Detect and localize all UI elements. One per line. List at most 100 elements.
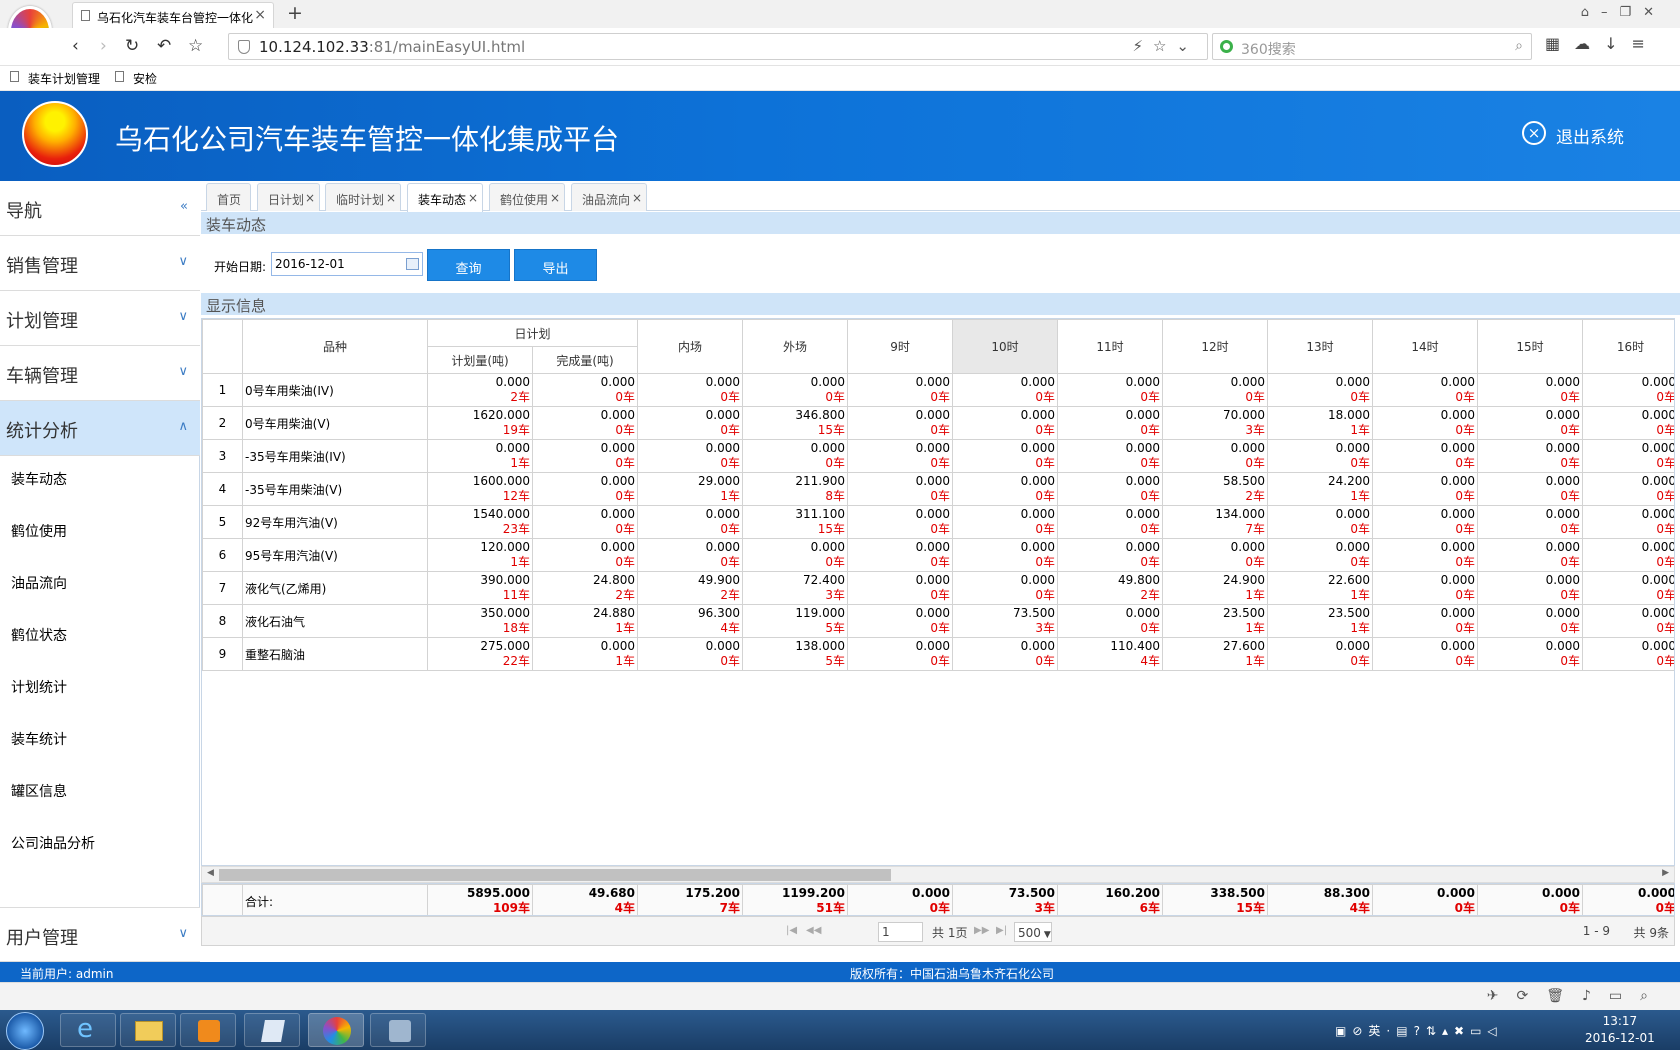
horizontal-scrollbar[interactable]: ◀ ▶ [201,866,1675,883]
export-button[interactable]: 导出 [514,249,597,281]
url-tools-icons[interactable]: ⚡☆⌄ [1132,37,1199,55]
table-row[interactable]: 6 95号车用汽油(V) 120.000 1车 0.000 0车 0.000 0车 0.000 0… [202,538,1674,572]
sidebar-section-users[interactable]: 用户管理 ∨ [0,907,200,962]
ie-icon[interactable]: e [60,1013,116,1047]
start-button[interactable] [6,1012,44,1050]
close-icon[interactable]: × [632,191,642,205]
sidebar-item-oil-flow[interactable]: 油品流向 [11,573,67,593]
tonnage: 0.000 [600,408,636,422]
tonnage: 0.000 [600,540,636,554]
sidebar-item-loading-dynamic[interactable]: 装车动态 [11,469,67,489]
url-field[interactable]: 10.124.102.33:81/mainEasyUI.html ⚡☆⌄ [228,33,1208,60]
header-hour[interactable]: 12时 [1162,319,1269,374]
browser-toolbar-icons[interactable]: ▦☁↓≡ [1545,34,1659,53]
close-icon[interactable]: × [386,191,396,205]
next-page-icon[interactable]: ▶▶ [974,925,989,936]
header-done-qty[interactable]: 完成量(吨) [531,346,639,374]
sidebar-section-sales[interactable]: 销售管理 ∨ [0,236,200,291]
favorite-star-icon[interactable]: ☆ [188,36,203,56]
system-clock[interactable]: 13:17 2016-12-01 [1585,1013,1655,1047]
sidebar-nav-header[interactable]: 导航 « [0,181,200,236]
header-hour[interactable]: 15时 [1477,319,1584,374]
system-tray[interactable]: ▣⊘英·▤?⇅▴✖▭◁ [1335,1022,1503,1039]
sidebar-item-loading-stats[interactable]: 装车统计 [11,729,67,749]
back-icon[interactable]: ‹ [72,36,79,56]
sidebar-item-company-oil[interactable]: 公司油品分析 [11,833,95,853]
tonnage: 0.000 [1020,441,1056,455]
header-hour[interactable]: 13时 [1267,319,1374,374]
first-page-icon[interactable]: |◀ [786,925,797,936]
table-row[interactable]: 4 -35号车用柴油(V) 1600.000 12车 0.000 0车 29.000 1车 21… [202,472,1674,506]
notes-app-icon[interactable] [244,1013,300,1047]
browser-tab[interactable]: 乌石化汽车装车台管控一体化 × [72,2,274,28]
table-row[interactable]: 9 重整石脑油 275.000 22车 0.000 1车 0.000 0车 138.000 5车 0… [202,637,1674,671]
bookmark-item[interactable]: 安检 [115,70,157,87]
table-row[interactable]: 2 0号车用柴油(V) 1620.000 19车 0.000 0车 0.000 0车 346.8… [202,406,1674,440]
status-tool-icons[interactable]: ✈⟳🗑♪▭⌕ [1487,988,1666,1004]
sidebar-section-vehicle[interactable]: 车辆管理 ∨ [0,346,200,401]
tab-day-plan[interactable]: 日计划 × [257,183,320,211]
close-icon[interactable]: × [468,191,478,205]
calendar-icon[interactable] [406,258,419,270]
logout-button[interactable]: × 退出系统 [1522,121,1624,148]
scroll-left-icon[interactable]: ◀ [207,868,214,878]
value-cell: 0.000 2车 [427,373,533,407]
sidebar-item-crane-usage[interactable]: 鹤位使用 [11,521,67,541]
header-product[interactable]: 品种 [242,319,428,374]
start-date-field[interactable]: 2016-12-01 [271,252,423,276]
prev-page-icon[interactable]: ◀◀ [806,925,821,936]
header-plan-qty[interactable]: 计划量(吨) [427,346,533,374]
tab-crane-usage[interactable]: 鹤位使用 × [489,183,565,211]
bookmark-item[interactable]: 装车计划管理 [10,70,100,87]
header-hour[interactable]: 10时 [952,319,1059,374]
header-hour[interactable]: 16时 [1582,319,1674,374]
tool-app-icon[interactable] [370,1013,426,1047]
sidebar-item-plan-stats[interactable]: 计划统计 [11,677,67,697]
forward-icon[interactable]: › [100,36,107,56]
tab-loading-dynamic[interactable]: 装车动态 × [407,183,483,212]
query-button[interactable]: 查询 [427,249,510,281]
table-row[interactable]: 8 液化石油气 350.000 18车 24.880 1车 96.300 4车 119.000 5… [202,604,1674,638]
pagination: |◀ ◀◀ 1 共 1页 ▶▶ ▶| 500 ▼ 1 - 9 共 9条 [201,916,1675,946]
reload-icon[interactable]: ↻ [125,36,139,56]
ime-indicator[interactable]: 英 [1368,1024,1386,1038]
scroll-thumb[interactable] [219,869,891,881]
new-tab-button[interactable]: + [287,2,303,24]
undo-icon[interactable]: ↶ [157,36,171,56]
header-hour[interactable]: 9时 [847,319,954,374]
truck-count: 3车 [1035,621,1056,635]
truck-count: 22车 [502,654,530,668]
table-row[interactable]: 5 92号车用汽油(V) 1540.000 23车 0.000 0车 0.000 0车 311.… [202,505,1674,539]
table-row[interactable]: 1 0号车用柴油(IV) 0.000 2车 0.000 0车 0.000 0车 0.000 0车 0… [202,373,1674,407]
sidebar-section-plan[interactable]: 计划管理 ∨ [0,291,200,346]
value-cell: 0.000 0车 [531,439,639,473]
header-inner[interactable]: 内场 [637,319,744,374]
collapse-left-icon[interactable]: « [180,199,188,214]
table-row[interactable]: 3 -35号车用柴油(IV) 0.000 1车 0.000 0车 0.000 0车 0.000 0… [202,439,1674,473]
tonnage: 350.000 [480,606,530,620]
search-icon[interactable]: ⌕ [1515,38,1523,54]
window-controls[interactable]: ⌂–❐✕ [1581,5,1666,20]
scroll-right-icon[interactable]: ▶ [1662,868,1669,878]
header-hour[interactable]: 14时 [1372,319,1479,374]
sidebar-item-tank-info[interactable]: 罐区信息 [11,781,67,801]
search-input[interactable]: 360搜索 ⌕ [1212,33,1532,60]
value-cell: 24.800 2车 [531,571,639,605]
last-page-icon[interactable]: ▶| [996,925,1007,936]
tab-home[interactable]: 首页 [206,183,251,211]
tab-temp-plan[interactable]: 临时计划 × [325,183,401,211]
explorer-icon[interactable] [120,1013,176,1047]
tab-oil-flow[interactable]: 油品流向 × [571,183,647,211]
close-tab-icon[interactable]: × [254,7,266,23]
close-icon[interactable]: × [305,191,315,205]
page-number-input[interactable]: 1 [878,922,923,942]
close-icon[interactable]: × [550,191,560,205]
page-size-select[interactable]: 500 ▼ [1014,922,1052,942]
browser-360-task-icon[interactable] [308,1013,364,1047]
table-row[interactable]: 7 液化气(乙烯用) 390.000 11车 24.800 2车 49.900 2车 72.40… [202,571,1674,605]
sidebar-section-stats[interactable]: 统计分析 ∧ [0,401,200,456]
header-outer[interactable]: 外场 [742,319,849,374]
header-hour[interactable]: 11时 [1057,319,1164,374]
sidebar-item-crane-status[interactable]: 鹤位状态 [11,625,67,645]
media-player-icon[interactable] [180,1013,236,1047]
